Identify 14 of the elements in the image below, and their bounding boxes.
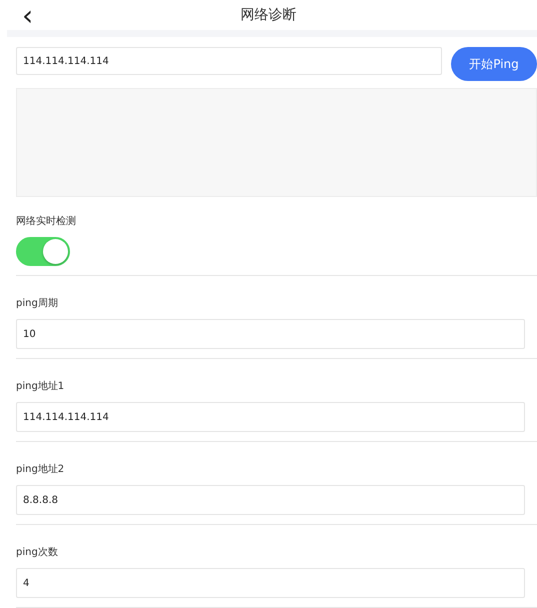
field-label: ping周期	[16, 296, 58, 310]
input-field[interactable]: 8.8.8.8	[16, 485, 525, 515]
field-label: ping地址2	[16, 462, 64, 476]
input-field[interactable]: 4	[16, 568, 525, 598]
address-field[interactable]: 114.114.114.114	[16, 47, 442, 76]
input-field[interactable]: 10	[16, 319, 525, 349]
field-label: ping地址1	[16, 380, 64, 393]
start-ping-button[interactable]: 开始Ping	[451, 47, 537, 82]
back-button[interactable]: ‹	[18, 2, 38, 30]
input-field[interactable]: 114.114.114.114	[16, 402, 525, 432]
page-title: 网络诊断	[240, 6, 296, 24]
toggle-switch[interactable]	[16, 237, 70, 266]
field-label: 网络实时检测	[16, 214, 76, 228]
field-label: ping次数	[16, 546, 58, 559]
